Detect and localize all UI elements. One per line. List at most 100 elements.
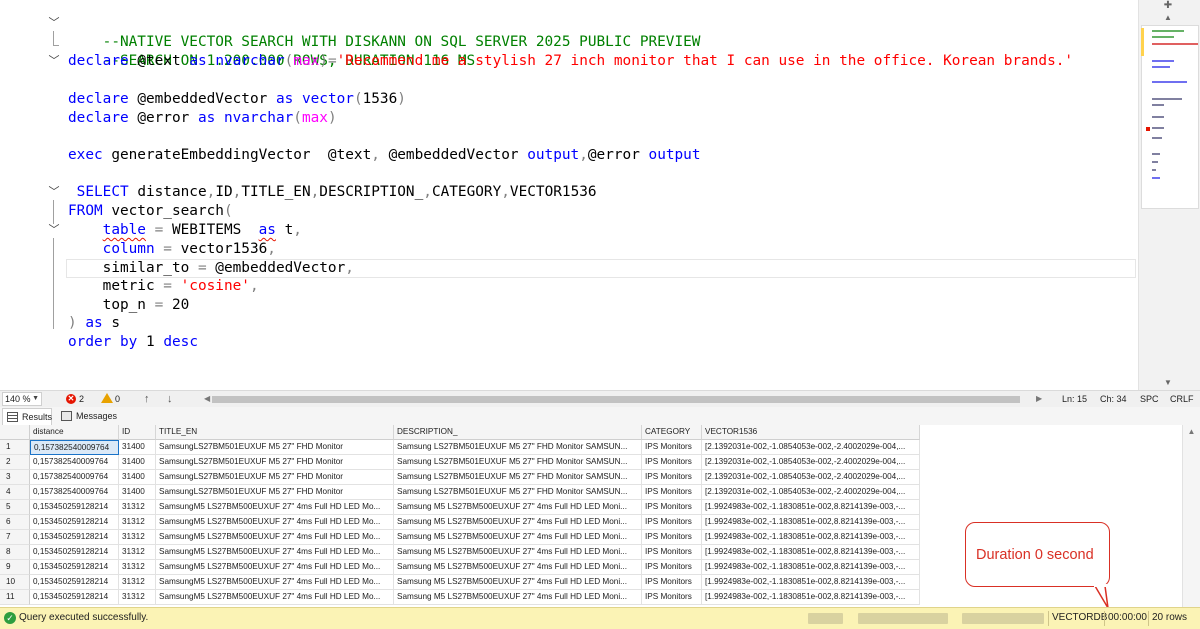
cell-vector[interactable]: [2.1392031e-002,-1.0854053e-002,-2.40020…	[702, 440, 920, 455]
cell-distance[interactable]: 0,153450259128214	[30, 515, 119, 530]
grid-vertical-scrollbar[interactable]: ▲	[1182, 425, 1200, 607]
cell-distance[interactable]: 0,157382540009764	[30, 470, 119, 485]
row-number[interactable]: 4	[0, 485, 30, 500]
next-issue-icon[interactable]: ↓	[167, 391, 173, 407]
cell-id[interactable]: 31312	[119, 575, 156, 590]
code-line-6[interactable]: exec generateEmbeddingVector @text, @emb…	[68, 146, 701, 165]
column-header[interactable]: TITLE_EN	[156, 425, 394, 440]
cell-distance[interactable]: 0,157382540009764	[30, 455, 119, 470]
cell-category[interactable]: IPS Monitors	[642, 515, 702, 530]
cell-vector[interactable]: [2.1392031e-002,-1.0854053e-002,-2.40020…	[702, 485, 920, 500]
cell-vector[interactable]: [1.9924983e-002,-1.1830851e-002,8.821413…	[702, 590, 920, 605]
cell-title[interactable]: SamsungLS27BM501EUXUF M5 27" FHD Monitor	[156, 485, 394, 500]
cell-id[interactable]: 31312	[119, 530, 156, 545]
row-number[interactable]: 3	[0, 470, 30, 485]
cell-description[interactable]: Samsung M5 LS27BM500EUXUF 27" 4ms Full H…	[394, 590, 642, 605]
code-line-14[interactable]: ) as s	[68, 314, 120, 333]
row-number[interactable]: 6	[0, 515, 30, 530]
cell-description[interactable]: Samsung M5 LS27BM500EUXUF 27" 4ms Full H…	[394, 575, 642, 590]
column-header[interactable]: VECTOR1536	[702, 425, 920, 440]
query-editor[interactable]: ﹀ ﹀ ﹀ ﹀ --NATIVE VECTOR SEARCH WITH DISK…	[0, 0, 1138, 390]
cell-vector[interactable]: [2.1392031e-002,-1.0854053e-002,-2.40020…	[702, 455, 920, 470]
scroll-up-icon[interactable]: ▲	[1183, 427, 1200, 436]
error-count[interactable]: 2	[79, 391, 84, 407]
table-row[interactable]: 1 0,157382540009764 31400 SamsungLS27BM501E…	[0, 440, 920, 455]
cell-title[interactable]: SamsungM5 LS27BM500EUXUF 27" 4ms Full HD…	[156, 560, 394, 575]
scroll-left-icon[interactable]: ◀	[204, 391, 210, 407]
row-number-header[interactable]	[0, 425, 30, 440]
code-line-8[interactable]: FROM vector_search(	[68, 202, 233, 221]
row-number[interactable]: 1	[0, 440, 30, 455]
row-number[interactable]: 11	[0, 590, 30, 605]
scroll-down-icon[interactable]: ▼	[1161, 378, 1175, 388]
code-line-15[interactable]: order by 1 desc	[68, 333, 198, 352]
cell-description[interactable]: Samsung M5 LS27BM500EUXUF 27" 4ms Full H…	[394, 515, 642, 530]
cell-vector[interactable]: [2.1392031e-002,-1.0854053e-002,-2.40020…	[702, 470, 920, 485]
cell-distance[interactable]: 0,157382540009764	[30, 440, 119, 455]
collapse-region-2-icon[interactable]: ﹀	[48, 55, 60, 67]
warning-count[interactable]: 0	[115, 391, 120, 407]
cell-category[interactable]: IPS Monitors	[642, 485, 702, 500]
cell-id[interactable]: 31400	[119, 485, 156, 500]
cell-id[interactable]: 31312	[119, 560, 156, 575]
cell-vector[interactable]: [1.9924983e-002,-1.1830851e-002,8.821413…	[702, 500, 920, 515]
code-line-1[interactable]: --NATIVE VECTOR SEARCH WITH DISKANN ON S…	[68, 14, 701, 50]
cell-title[interactable]: SamsungM5 LS27BM500EUXUF 27" 4ms Full HD…	[156, 545, 394, 560]
row-number[interactable]: 7	[0, 530, 30, 545]
cell-distance[interactable]: 0,153450259128214	[30, 545, 119, 560]
code-line-7[interactable]: SELECT distance,ID,TITLE_EN,DESCRIPTION_…	[68, 183, 597, 202]
cell-title[interactable]: SamsungLS27BM501EUXUF M5 27" FHD Monitor	[156, 455, 394, 470]
cell-distance[interactable]: 0,153450259128214	[30, 500, 119, 515]
cell-description[interactable]: Samsung LS27BM501EUXUF M5 27" FHD Monito…	[394, 470, 642, 485]
cell-category[interactable]: IPS Monitors	[642, 530, 702, 545]
cell-category[interactable]: IPS Monitors	[642, 470, 702, 485]
cell-category[interactable]: IPS Monitors	[642, 545, 702, 560]
cell-vector[interactable]: [1.9924983e-002,-1.1830851e-002,8.821413…	[702, 530, 920, 545]
tab-messages[interactable]: Messages	[57, 408, 117, 425]
row-number[interactable]: 9	[0, 560, 30, 575]
cell-distance[interactable]: 0,153450259128214	[30, 530, 119, 545]
code-line-5[interactable]: declare @error as nvarchar(max)	[68, 109, 337, 128]
code-line-2[interactable]: --SEARCH ON 1.200.000 ROWS, DURATION 116…	[68, 33, 476, 69]
cell-title[interactable]: SamsungM5 LS27BM500EUXUF 27" 4ms Full HD…	[156, 530, 394, 545]
column-header[interactable]: distance	[30, 425, 119, 440]
column-header[interactable]: DESCRIPTION_	[394, 425, 642, 440]
table-row[interactable]: 6 0,153450259128214 31312 SamsungM5 LS27BM5…	[0, 515, 920, 530]
cell-id[interactable]: 31312	[119, 545, 156, 560]
cell-description[interactable]: Samsung M5 LS27BM500EUXUF 27" 4ms Full H…	[394, 545, 642, 560]
horizontal-scroll-thumb[interactable]	[212, 396, 1020, 403]
cell-id[interactable]: 31312	[119, 590, 156, 605]
row-number[interactable]: 5	[0, 500, 30, 515]
collapse-region-3-icon[interactable]: ﹀	[48, 186, 60, 198]
code-line-10[interactable]: column = vector1536,	[68, 240, 276, 259]
cell-id[interactable]: 31312	[119, 500, 156, 515]
row-number[interactable]: 10	[0, 575, 30, 590]
cell-vector[interactable]: [1.9924983e-002,-1.1830851e-002,8.821413…	[702, 575, 920, 590]
scroll-right-icon[interactable]: ▶	[1036, 391, 1042, 407]
cell-distance[interactable]: 0,153450259128214	[30, 590, 119, 605]
cell-title[interactable]: SamsungM5 LS27BM500EUXUF 27" 4ms Full HD…	[156, 590, 394, 605]
column-header[interactable]: CATEGORY	[642, 425, 702, 440]
cell-title[interactable]: SamsungM5 LS27BM500EUXUF 27" 4ms Full HD…	[156, 515, 394, 530]
cell-description[interactable]: Samsung LS27BM501EUXUF M5 27" FHD Monito…	[394, 440, 642, 455]
code-line-12[interactable]: metric = 'cosine',	[68, 277, 259, 296]
table-row[interactable]: 9 0,153450259128214 31312 SamsungM5 LS27BM5…	[0, 560, 920, 575]
table-row[interactable]: 3 0,157382540009764 31400 SamsungLS27BM501E…	[0, 470, 920, 485]
table-row[interactable]: 2 0,157382540009764 31400 SamsungLS27BM501E…	[0, 455, 920, 470]
scroll-up-icon[interactable]: ▲	[1161, 13, 1175, 23]
collapse-region-1-icon[interactable]: ﹀	[48, 17, 60, 29]
table-row[interactable]: 11 0,153450259128214 31312 SamsungM5 LS27BM…	[0, 590, 920, 605]
cell-category[interactable]: IPS Monitors	[642, 575, 702, 590]
code-line-11[interactable]: similar_to = @embeddedVector,	[68, 259, 354, 278]
cell-vector[interactable]: [1.9924983e-002,-1.1830851e-002,8.821413…	[702, 545, 920, 560]
cell-title[interactable]: SamsungLS27BM501EUXUF M5 27" FHD Monitor	[156, 440, 394, 455]
row-number[interactable]: 2	[0, 455, 30, 470]
cell-title[interactable]: SamsungM5 LS27BM500EUXUF 27" 4ms Full HD…	[156, 575, 394, 590]
cell-id[interactable]: 31312	[119, 515, 156, 530]
cell-description[interactable]: Samsung LS27BM501EUXUF M5 27" FHD Monito…	[394, 485, 642, 500]
cell-distance[interactable]: 0,153450259128214	[30, 560, 119, 575]
cell-title[interactable]: SamsungLS27BM501EUXUF M5 27" FHD Monitor	[156, 470, 394, 485]
cell-id[interactable]: 31400	[119, 440, 156, 455]
cell-id[interactable]: 31400	[119, 455, 156, 470]
cell-title[interactable]: SamsungM5 LS27BM500EUXUF 27" 4ms Full HD…	[156, 500, 394, 515]
